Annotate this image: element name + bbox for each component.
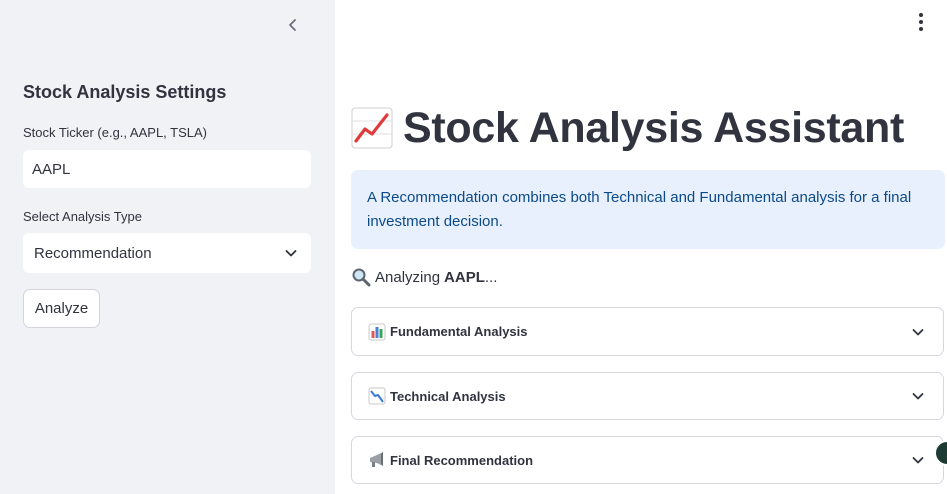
ticker-input[interactable] [23, 150, 311, 188]
menu-dot-icon [919, 27, 923, 31]
menu-dot-icon [919, 13, 923, 17]
app-root: Stock Analysis Settings Stock Ticker (e.… [0, 0, 947, 494]
expander-label: Fundamental Analysis [390, 324, 528, 339]
analyzing-suffix: ... [484, 268, 498, 286]
analyzing-ticker: AAPL [444, 268, 485, 286]
ticker-label: Stock Ticker (e.g., AAPL, TSLA) [23, 125, 207, 140]
main-menu-button[interactable] [912, 10, 930, 34]
analyzing-prefix: Analyzing [375, 268, 441, 286]
chevron-down-icon [912, 457, 924, 464]
chart-increasing-icon [351, 107, 393, 149]
collapse-sidebar-button[interactable] [281, 13, 305, 37]
chevron-down-icon [285, 250, 297, 257]
chart-decreasing-icon [368, 387, 386, 405]
page-title: Stock Analysis Assistant [403, 103, 905, 152]
chevron-down-icon [912, 393, 924, 400]
chevron-down-icon [912, 328, 924, 335]
expander-fundamental-analysis[interactable]: Fundamental Analysis [351, 307, 944, 356]
menu-dot-icon [919, 20, 923, 24]
expander-label: Technical Analysis [390, 388, 506, 404]
analyzing-status: Analyzing AAPL... [351, 267, 497, 287]
expander-final-recommendation[interactable]: Final Recommendation [351, 436, 944, 484]
sidebar: Stock Analysis Settings Stock Ticker (e.… [0, 0, 335, 494]
bar-chart-icon [368, 323, 386, 340]
analysis-type-select[interactable]: Recommendation [23, 233, 311, 273]
analysis-type-value: Recommendation [34, 244, 152, 262]
megaphone-icon [370, 452, 383, 467]
expander-label: Final Recommendation [390, 452, 534, 468]
magnifier-icon [352, 268, 371, 287]
chevron-left-icon [289, 19, 296, 31]
analysis-type-label: Select Analysis Type [23, 209, 142, 224]
analyze-button[interactable]: Analyze [23, 289, 100, 328]
sidebar-title: Stock Analysis Settings [23, 82, 227, 102]
page-title-row: Stock Analysis Assistant [351, 100, 904, 156]
expander-technical-analysis[interactable]: Technical Analysis [351, 372, 944, 420]
info-alert: A Recommendation combines both Technical… [351, 170, 945, 249]
